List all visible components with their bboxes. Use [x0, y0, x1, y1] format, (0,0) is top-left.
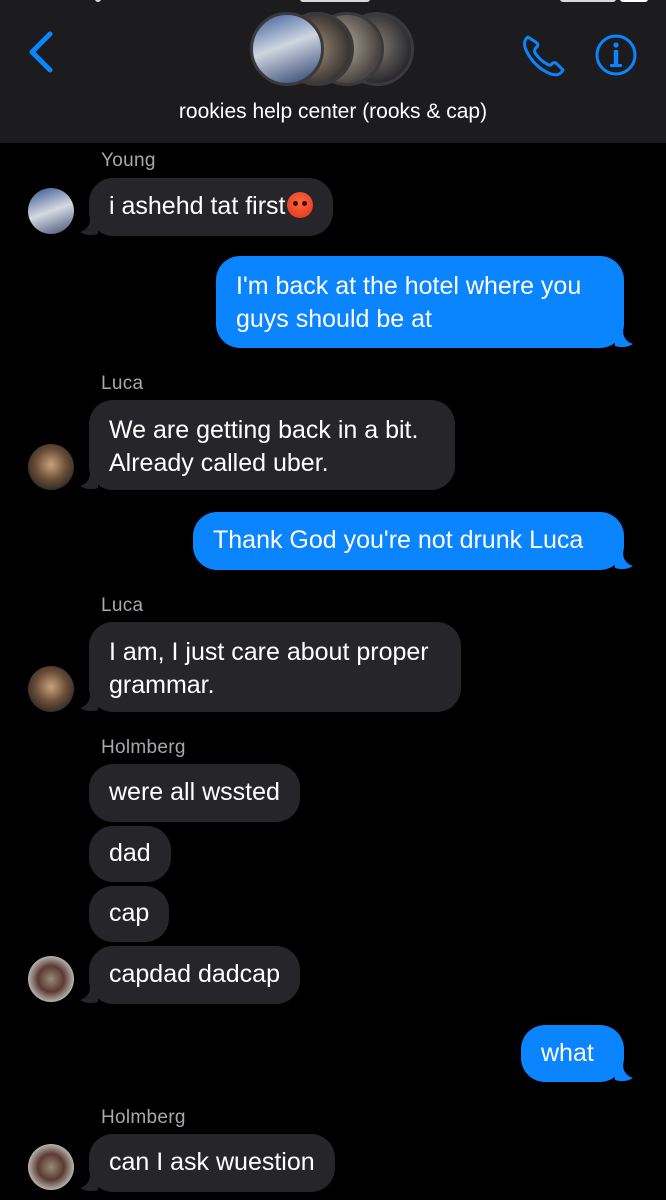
sender-name: Holmberg	[101, 1107, 186, 1128]
message-bubble[interactable]: Thank God you're not drunk Luca	[193, 512, 624, 570]
angry-face-emoji	[287, 192, 314, 218]
battery-icon	[620, 0, 648, 2]
chevron-left-icon	[29, 31, 53, 73]
chat-header: rookies help center (rooks & cap)	[0, 0, 666, 143]
message-bubble[interactable]: were all wssted	[89, 764, 300, 822]
message-bubble[interactable]: I'm back at the hotel where you guys sho…	[216, 256, 624, 348]
info-icon	[595, 34, 637, 76]
bubble-tail	[80, 986, 98, 1004]
message-text: were all wssted	[109, 778, 280, 806]
back-button[interactable]	[24, 30, 64, 74]
sender-name: Luca	[101, 595, 144, 616]
avatar[interactable]	[28, 956, 74, 1002]
bubble-tail	[80, 218, 98, 236]
message-text-line: grammar.	[109, 671, 215, 699]
group-title[interactable]: rookies help center (rooks & cap)	[0, 100, 666, 124]
message-bubble[interactable]: what	[521, 1025, 624, 1082]
message-text-line: We are getting back in a bit.	[109, 416, 419, 444]
message-bubble[interactable]: We are getting back in a bit. Already ca…	[89, 400, 455, 490]
message-bubble[interactable]: I am, I just care about proper grammar.	[89, 622, 461, 712]
avatar[interactable]	[28, 1144, 74, 1190]
message-text-line: I'm back at the hotel where you	[236, 272, 582, 300]
message-text: what	[541, 1039, 594, 1067]
message-bubble[interactable]: i ashehd tat first	[89, 178, 334, 236]
message-text-line: I am, I just care about proper	[109, 638, 429, 666]
phone-icon	[523, 35, 565, 77]
message-text: capdad dadcap	[109, 960, 280, 988]
message-text: cap	[109, 899, 150, 927]
message-bubble[interactable]: cap	[89, 886, 170, 942]
message-bubble[interactable]: can I ask wuestion	[89, 1134, 335, 1192]
message-bubble[interactable]: capdad dadcap	[89, 946, 300, 1004]
message-text: i ashehd tat first	[109, 192, 286, 220]
avatar[interactable]	[28, 666, 74, 712]
bubble-tail	[80, 694, 98, 712]
sender-name: Young	[101, 150, 156, 171]
bubble-tail	[80, 472, 98, 490]
status-bar-fragment	[300, 0, 370, 2]
bubble-tail	[80, 1174, 98, 1192]
bubble-tail	[615, 1064, 633, 1082]
info-button[interactable]	[594, 33, 638, 77]
status-bar-fragment	[95, 0, 101, 2]
message-bubble[interactable]: dad	[89, 826, 171, 882]
sender-name: Luca	[101, 373, 144, 394]
message-text: can I ask wuestion	[109, 1148, 315, 1176]
message-text-line: guys should be at	[236, 305, 432, 333]
group-avatar-stack[interactable]	[248, 12, 418, 92]
status-bar-fragment	[560, 0, 616, 2]
avatar[interactable]	[28, 188, 74, 234]
message-text: dad	[109, 839, 151, 867]
call-button[interactable]	[518, 32, 568, 78]
group-member-avatar	[250, 12, 324, 86]
message-text-line: Already called uber.	[109, 449, 329, 477]
avatar[interactable]	[28, 444, 74, 490]
sender-name: Holmberg	[101, 737, 186, 758]
bubble-tail	[615, 552, 633, 570]
bubble-tail	[615, 330, 633, 348]
message-text: Thank God you're not drunk Luca	[213, 526, 584, 554]
